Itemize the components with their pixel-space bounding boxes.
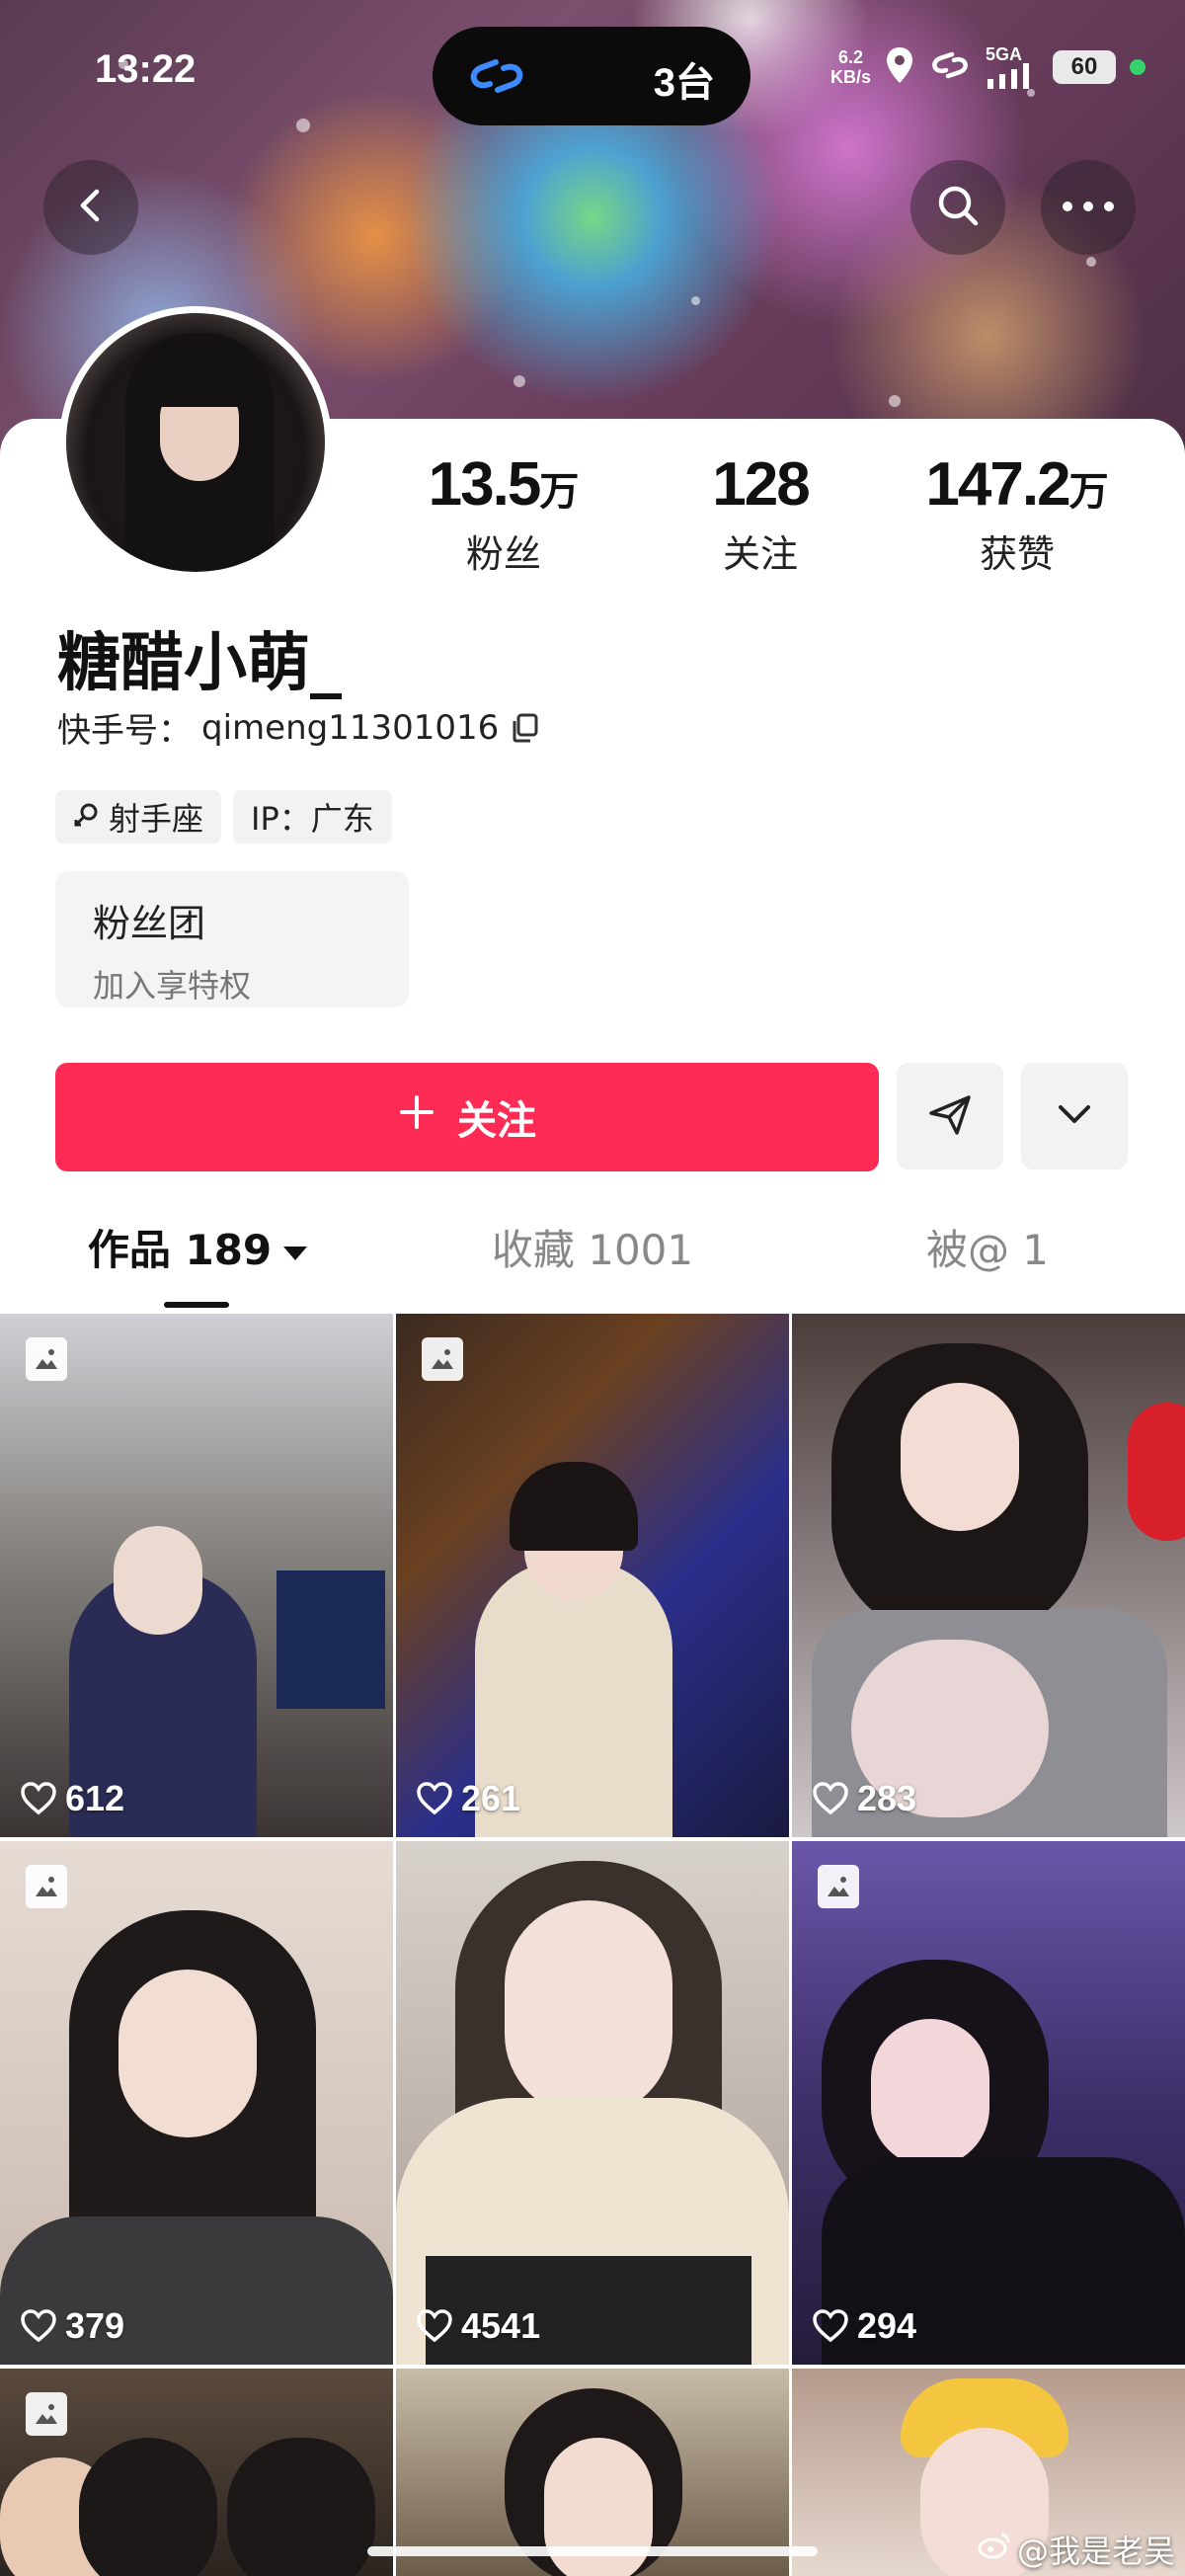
post-likes: 4541 bbox=[416, 2305, 540, 2347]
battery-indicator: 60 bbox=[1053, 50, 1116, 84]
profile-stats: 13.5万 粉丝 128 关注 147.2万 获赞 bbox=[375, 449, 1146, 578]
more-options-button[interactable] bbox=[1041, 160, 1136, 255]
fan-group-card[interactable]: 粉丝团 加入享特权 bbox=[55, 871, 409, 1007]
location-icon bbox=[885, 45, 914, 89]
image-post-icon bbox=[26, 1337, 67, 1381]
search-button[interactable] bbox=[910, 160, 1005, 255]
caret-down-icon bbox=[283, 1246, 308, 1260]
post-likes: 379 bbox=[20, 2305, 124, 2347]
hotspot-link-icon bbox=[928, 50, 972, 84]
followers-stat[interactable]: 13.5万 粉丝 bbox=[375, 449, 632, 578]
zodiac-tag: 射手座 bbox=[55, 790, 222, 844]
post-thumbnail[interactable]: 283 bbox=[792, 1314, 1185, 1837]
heart-icon bbox=[417, 2309, 452, 2343]
cell-signal: 5GA bbox=[986, 45, 1039, 89]
weibo-logo-icon bbox=[978, 2531, 1011, 2568]
chevron-left-icon bbox=[71, 186, 111, 229]
user-id-value: qimeng11301016 bbox=[201, 707, 500, 748]
device-count: 3台 bbox=[653, 61, 715, 105]
post-thumbnail[interactable]: 261 bbox=[396, 1314, 789, 1837]
copy-icon[interactable] bbox=[509, 711, 542, 745]
image-post-icon bbox=[818, 1865, 859, 1908]
link-icon bbox=[462, 54, 531, 102]
image-post-icon bbox=[422, 1337, 463, 1381]
male-symbol-icon bbox=[73, 798, 101, 836]
tab-works[interactable]: 作品 189 bbox=[0, 1217, 395, 1316]
works-grid: 612 261 283 379 4541 294 bbox=[0, 1314, 1185, 2576]
home-indicator[interactable] bbox=[367, 2546, 818, 2556]
more-dots-icon bbox=[1061, 199, 1116, 217]
post-thumbnail[interactable] bbox=[0, 2369, 393, 2576]
user-id-row: 快手号： qimeng11301016 bbox=[57, 703, 542, 752]
post-thumbnail[interactable]: 612 bbox=[0, 1314, 393, 1837]
send-message-button[interactable] bbox=[897, 1063, 1003, 1169]
likes-stat[interactable]: 147.2万 获赞 bbox=[889, 449, 1146, 578]
profile-actions: 关注 bbox=[55, 1063, 1130, 1171]
tab-mentions[interactable]: 被@ 1 bbox=[790, 1217, 1185, 1316]
watermark: @我是老吴 bbox=[978, 2527, 1175, 2572]
chevron-down-icon bbox=[1053, 1092, 1096, 1140]
post-likes: 612 bbox=[20, 1778, 124, 1819]
post-likes: 261 bbox=[416, 1778, 520, 1819]
net-speed: 6.2 KB/s bbox=[830, 47, 871, 87]
follow-button[interactable]: 关注 bbox=[55, 1063, 879, 1171]
profile-tabs: 作品 189 收藏 1001 被@ 1 bbox=[0, 1217, 1185, 1316]
post-thumbnail[interactable]: 294 bbox=[792, 1841, 1185, 2365]
privacy-dot bbox=[1130, 59, 1146, 75]
heart-icon bbox=[21, 1782, 56, 1815]
search-icon bbox=[934, 182, 982, 233]
avatar[interactable] bbox=[59, 306, 332, 579]
heart-icon bbox=[417, 1782, 452, 1815]
dynamic-island[interactable]: 3台 bbox=[433, 27, 750, 125]
send-arrow-icon bbox=[925, 1089, 975, 1143]
image-post-icon bbox=[26, 2392, 67, 2436]
fan-group-subtitle: 加入享特权 bbox=[93, 967, 252, 1005]
post-thumbnail[interactable]: 4541 bbox=[396, 1841, 789, 2365]
back-button[interactable] bbox=[43, 160, 138, 255]
status-time: 13:22 bbox=[95, 47, 197, 91]
active-tab-indicator bbox=[164, 1302, 229, 1308]
heart-icon bbox=[21, 2309, 56, 2343]
image-post-icon bbox=[26, 1865, 67, 1908]
follow-label: 关注 bbox=[457, 1098, 536, 1144]
heart-icon bbox=[813, 2309, 848, 2343]
user-id-label: 快手号： bbox=[57, 711, 192, 751]
status-icons: 6.2 KB/s 5GA 60 bbox=[830, 40, 1146, 95]
following-stat[interactable]: 128 关注 bbox=[632, 449, 889, 578]
post-likes: 294 bbox=[812, 2305, 916, 2347]
post-thumbnail[interactable] bbox=[396, 2369, 789, 2576]
tab-favorites[interactable]: 收藏 1001 bbox=[395, 1217, 790, 1316]
post-likes: 283 bbox=[812, 1778, 916, 1819]
post-thumbnail[interactable]: 379 bbox=[0, 1841, 393, 2365]
plus-icon bbox=[398, 1093, 435, 1141]
profile-tags: 射手座 IP：广东 bbox=[55, 790, 392, 844]
expand-recommend-button[interactable] bbox=[1021, 1063, 1128, 1169]
heart-icon bbox=[813, 1782, 848, 1815]
fan-group-title: 粉丝团 bbox=[93, 902, 206, 945]
ip-location-tag: IP：广东 bbox=[233, 790, 392, 844]
profile-nickname: 糖醋小萌_ bbox=[57, 627, 342, 700]
